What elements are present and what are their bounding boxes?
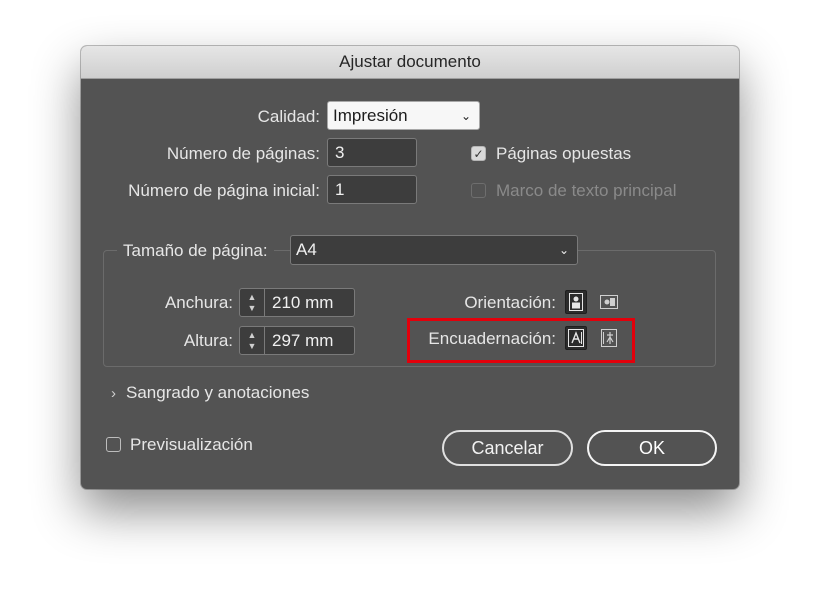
quality-dropdown[interactable]: Impresión ⌄ [327, 101, 480, 130]
start-page-label: Número de página inicial: [128, 181, 320, 200]
bleed-section-label: Sangrado y anotaciones [126, 383, 310, 402]
binding-highlight-box [407, 318, 635, 363]
portrait-icon [569, 293, 583, 311]
orientation-landscape-button[interactable] [598, 290, 620, 314]
chevron-down-icon: ⌄ [460, 108, 471, 123]
chevron-up-icon: ▲ [247, 291, 257, 302]
chevron-right-icon: › [111, 384, 116, 402]
chevron-down-icon: ⌄ [558, 243, 569, 257]
landscape-icon [600, 295, 618, 309]
width-value: 210 mm [272, 292, 334, 312]
master-text-frame-label: Marco de texto principal [496, 181, 677, 200]
cancel-button[interactable]: Cancelar [442, 430, 573, 466]
dialog-title: Ajustar documento [339, 52, 481, 71]
preview-label: Previsualización [130, 435, 253, 454]
page-size-label: Tamaño de página: [117, 241, 274, 261]
height-input[interactable]: 297 mm [264, 326, 355, 355]
checkmark-icon: ✓ [473, 146, 484, 161]
width-input[interactable]: 210 mm [264, 288, 355, 317]
adjust-document-dialog: Ajustar documento Calidad: Impresión ⌄ N… [81, 46, 739, 489]
page-size-dropdown[interactable]: A4 ⌄ [290, 235, 578, 265]
orientation-portrait-button[interactable] [565, 290, 587, 314]
start-page-input[interactable]: 1 [327, 175, 417, 204]
ok-button[interactable]: OK [587, 430, 717, 466]
num-pages-value: 3 [335, 142, 345, 162]
num-pages-input[interactable]: 3 [327, 138, 417, 167]
start-page-value: 1 [335, 179, 345, 199]
num-pages-label: Número de páginas: [166, 144, 320, 163]
chevron-down-icon: ▼ [247, 340, 257, 351]
dialog-title-bar[interactable]: Ajustar documento [81, 46, 739, 79]
height-value: 297 mm [272, 330, 334, 350]
chevron-down-icon: ▼ [247, 302, 257, 313]
height-stepper[interactable]: ▲ ▼ [239, 326, 265, 355]
height-label: Altura: [183, 331, 233, 350]
orientation-label: Orientación: [464, 293, 556, 312]
width-label: Anchura: [164, 293, 233, 312]
quality-value: Impresión [333, 105, 408, 125]
master-text-frame-checkbox[interactable] [471, 183, 486, 198]
chevron-up-icon: ▲ [247, 329, 257, 340]
preview-checkbox[interactable] [106, 437, 121, 452]
facing-pages-checkbox[interactable]: ✓ [471, 146, 486, 161]
bleed-section-toggle[interactable]: › Sangrado y anotaciones [111, 383, 309, 403]
page-size-value: A4 [296, 240, 317, 259]
quality-label: Calidad: [257, 107, 320, 126]
facing-pages-label: Páginas opuestas [496, 144, 632, 163]
width-stepper[interactable]: ▲ ▼ [239, 288, 265, 317]
